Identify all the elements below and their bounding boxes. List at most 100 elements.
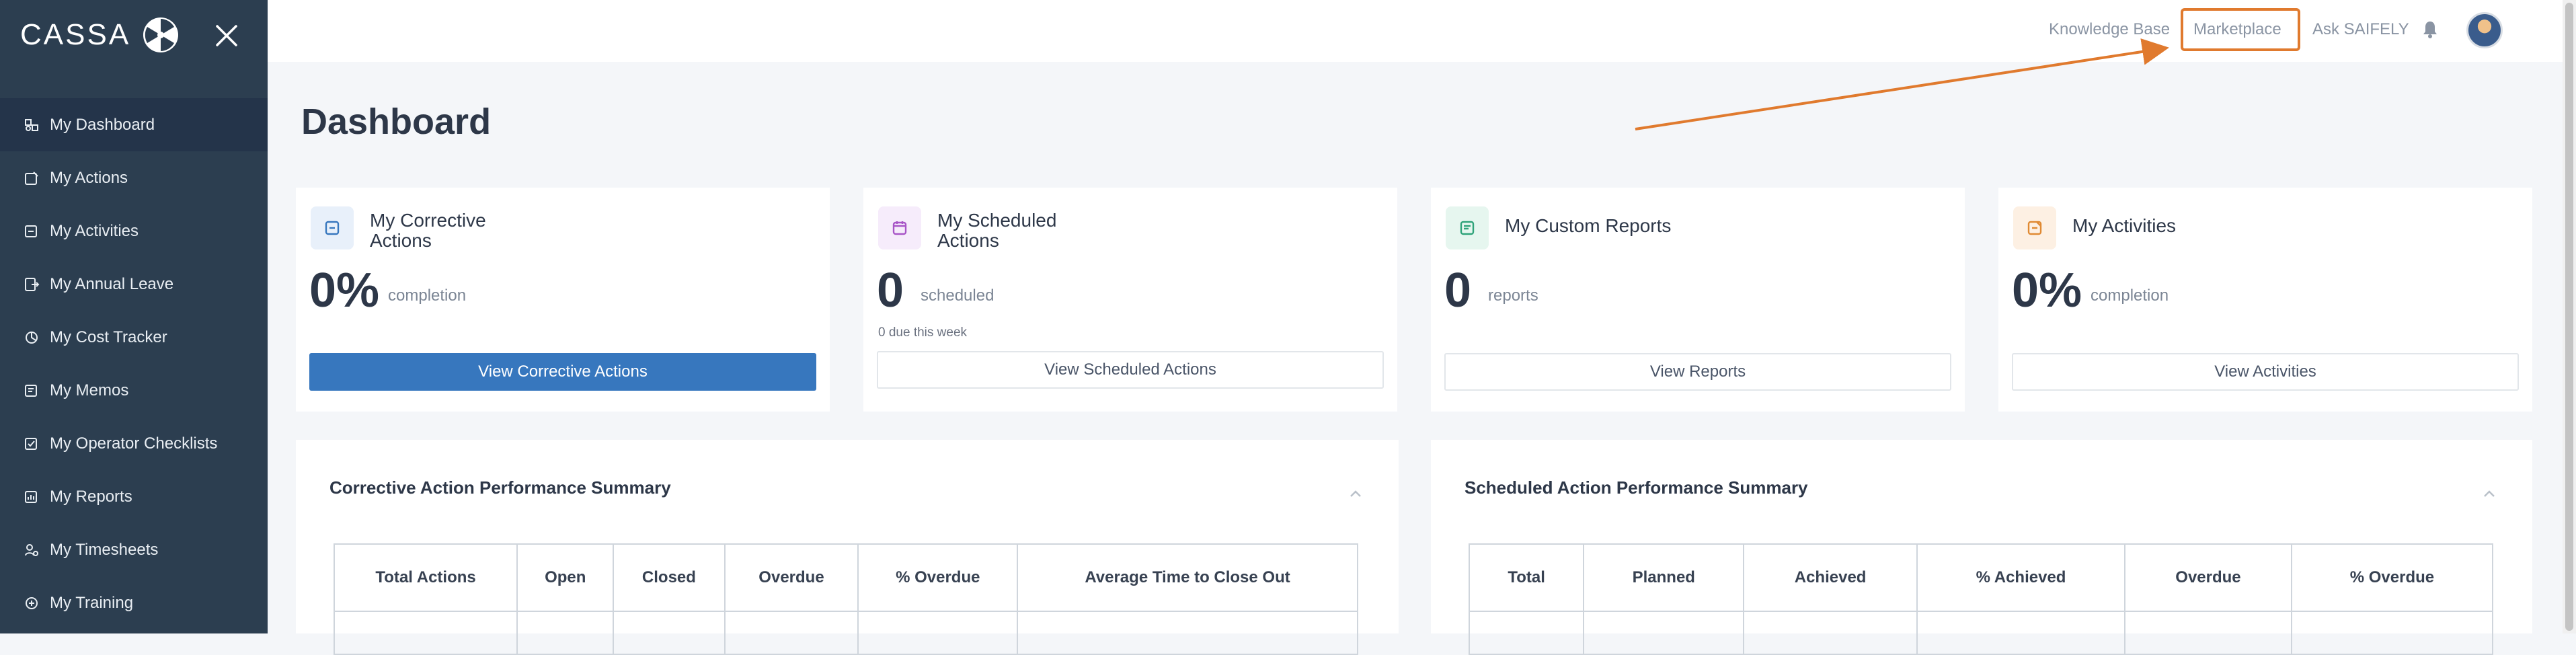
column-header: % Overdue <box>857 543 1019 612</box>
sidebar-item-my-activities[interactable]: My Activities <box>0 204 268 258</box>
timesheets-icon <box>23 541 40 559</box>
activities-card-icon <box>2013 206 2056 249</box>
annual-leave-icon <box>23 276 40 293</box>
column-header: % Achieved <box>1916 543 2126 612</box>
custom-reports-value: 0 <box>1444 264 1472 317</box>
card-title: My Scheduled Actions <box>937 210 1057 251</box>
sidebar-item-label: My Activities <box>50 221 139 240</box>
sidebar-item-my-cost-tracker[interactable]: My Cost Tracker <box>0 311 268 364</box>
table-cell <box>724 611 859 655</box>
page-scrollbar[interactable] <box>2563 0 2576 633</box>
scrollbar-thumb[interactable] <box>2565 3 2573 631</box>
corrective-actions-card: My Corrective Actions 0% completion View… <box>296 188 830 412</box>
sidebar-item-label: My Timesheets <box>50 540 159 559</box>
scheduled-summary-table: Total Planned Achieved % Achieved Overdu… <box>1468 543 2494 655</box>
brand-name: CASSA <box>20 18 131 51</box>
activities-completion-unit: completion <box>2091 286 2169 305</box>
table-cell <box>2124 611 2292 655</box>
corrective-actions-icon <box>311 206 354 249</box>
sidebar-item-my-timesheets[interactable]: My Timesheets <box>0 523 268 576</box>
panel-title: Scheduled Action Performance Summary <box>1465 477 1808 498</box>
memos-icon <box>23 382 40 399</box>
table-row <box>1468 611 2494 655</box>
table-cell <box>333 611 518 655</box>
corrective-completion-value: 0% <box>309 264 380 317</box>
sidebar-item-my-operator-checklists[interactable]: My Operator Checklists <box>0 417 268 470</box>
sidebar-item-label: My Actions <box>50 168 128 187</box>
sidebar-item-label: My Cost Tracker <box>50 328 167 346</box>
custom-reports-card: My Custom Reports 0 reports View Reports <box>1431 188 1965 412</box>
activities-card: My Activities 0% completion View Activit… <box>1998 188 2532 412</box>
sidebar-item-label: My Annual Leave <box>50 274 174 293</box>
table-cell <box>1017 611 1358 655</box>
sidebar-item-my-annual-leave[interactable]: My Annual Leave <box>0 258 268 311</box>
activities-completion-value: 0% <box>2012 264 2082 317</box>
knowledge-base-link[interactable]: Knowledge Base <box>2049 20 2170 39</box>
column-header: Total Actions <box>333 543 518 612</box>
chevron-up-icon[interactable] <box>2480 484 2499 503</box>
sidebar-item-label: My Dashboard <box>50 115 155 134</box>
column-header: % Overdue <box>2290 543 2494 612</box>
corrective-summary-table: Total Actions Open Closed Overdue % Over… <box>333 543 1358 655</box>
sidebar-item-label: My Training <box>50 593 134 612</box>
scheduled-count-value: 0 <box>877 264 904 317</box>
scheduled-actions-icon <box>878 206 921 249</box>
corrective-performance-panel: Corrective Action Performance Summary To… <box>296 440 1399 655</box>
custom-reports-unit: reports <box>1488 286 1538 305</box>
reports-icon <box>23 488 40 506</box>
due-this-week-text: 0 due this week <box>878 325 968 340</box>
sidebar-item-label: My Operator Checklists <box>50 434 218 453</box>
column-header: Overdue <box>724 543 859 612</box>
close-icon <box>216 25 237 46</box>
scheduled-count-unit: scheduled <box>921 286 994 305</box>
marketplace-link[interactable]: Marketplace <box>2193 20 2281 39</box>
table-cell <box>1583 611 1745 655</box>
table-cell <box>1468 611 1585 655</box>
view-reports-button[interactable]: View Reports <box>1444 353 1951 391</box>
scheduled-performance-panel: Scheduled Action Performance Summary Tot… <box>1431 440 2532 655</box>
column-header: Overdue <box>2124 543 2292 612</box>
user-avatar[interactable] <box>2466 12 2503 48</box>
custom-reports-icon <box>1446 206 1489 249</box>
column-header: Closed <box>613 543 726 612</box>
view-scheduled-actions-button[interactable]: View Scheduled Actions <box>877 351 1384 389</box>
column-header: Average Time to Close Out <box>1017 543 1358 612</box>
view-activities-button[interactable]: View Activities <box>2012 353 2519 391</box>
column-header: Planned <box>1583 543 1745 612</box>
card-title: My Corrective Actions <box>370 210 486 251</box>
view-corrective-actions-button[interactable]: View Corrective Actions <box>309 353 816 391</box>
sidebar: CASSA My Dashboard My Actions My Activit… <box>0 0 268 633</box>
ask-saifely-link[interactable]: Ask SAIFELY <box>2312 20 2409 39</box>
training-icon <box>23 594 40 612</box>
table-cell <box>2290 611 2494 655</box>
table-cell <box>1743 611 1918 655</box>
column-header: Total <box>1468 543 1585 612</box>
sidebar-item-label: My Memos <box>50 381 129 399</box>
corrective-completion-unit: completion <box>388 286 467 305</box>
sidebar-nav: My Dashboard My Actions My Activities My… <box>0 98 268 629</box>
close-sidebar-button[interactable] <box>210 19 243 52</box>
sidebar-item-my-dashboard[interactable]: My Dashboard <box>0 98 268 151</box>
page-title: Dashboard <box>301 102 492 142</box>
brand-logo[interactable]: CASSA <box>20 15 179 55</box>
activities-icon <box>23 223 40 240</box>
sidebar-item-my-actions[interactable]: My Actions <box>0 151 268 204</box>
card-title: My Custom Reports <box>1505 215 1672 236</box>
sidebar-item-my-memos[interactable]: My Memos <box>0 364 268 417</box>
checklist-icon <box>23 435 40 453</box>
sidebar-item-my-reports[interactable]: My Reports <box>0 470 268 523</box>
notifications-bell-icon[interactable] <box>2421 19 2440 40</box>
panel-title: Corrective Action Performance Summary <box>329 477 671 498</box>
column-header: Open <box>516 543 615 612</box>
table-cell <box>1916 611 2126 655</box>
table-cell <box>516 611 615 655</box>
actions-icon <box>23 169 40 187</box>
chevron-up-icon[interactable] <box>1346 484 1365 503</box>
card-title: My Activities <box>2072 215 2177 236</box>
table-cell <box>613 611 726 655</box>
dashboard-icon <box>23 116 40 134</box>
cost-tracker-icon <box>23 329 40 346</box>
sidebar-item-my-training[interactable]: My Training <box>0 576 268 629</box>
table-row <box>333 611 1358 655</box>
column-header: Achieved <box>1743 543 1918 612</box>
